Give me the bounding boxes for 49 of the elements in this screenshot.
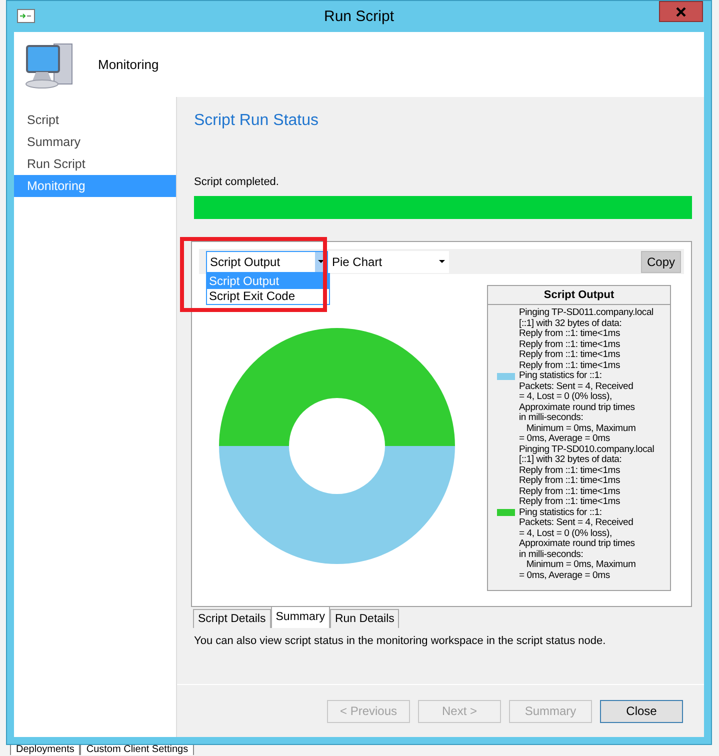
legend-text: Reply from ::1: time<1ms (519, 497, 622, 508)
legend-text: [::1] with 32 bytes of data: (519, 318, 623, 329)
legend-text: = 4, Lost = 0 (0% loss), (519, 392, 613, 402)
sidebar-item[interactable]: Run Script (14, 153, 176, 175)
background-tab[interactable]: Deployments (10, 744, 80, 755)
legend-text: Ping statistics for ::1: (519, 508, 603, 518)
legend-text: [::1] with 32 bytes of data: (519, 455, 623, 466)
legend-text: Reply from ::1: time<1ms (519, 466, 622, 476)
legend-text: Reply from ::1: time<1ms (519, 360, 622, 371)
window-title: Run Script (324, 8, 394, 25)
legend-text: Minimum = 0ms, Maximum (525, 560, 637, 570)
close-button[interactable] (659, 1, 703, 22)
legend-text: Reply from ::1: time<1ms (519, 350, 622, 360)
sidebar-item[interactable]: Summary (14, 131, 176, 153)
legend-text: in milli-seconds: (519, 413, 584, 424)
legend-text: Reply from ::1: time<1ms (519, 340, 622, 350)
legend-text: = 0ms, Average = 0ms (519, 434, 611, 444)
tab[interactable]: Run Details (330, 609, 400, 628)
legend-text: Ping statistics for ::1: (519, 371, 603, 382)
page-title: Script Run Status (194, 112, 320, 131)
legend-text: Pinging TP-SD010.company.local (519, 444, 654, 455)
legend-text: Packets: Sent = 4, Received (519, 382, 634, 392)
legend-text: = 4, Lost = 0 (0% loss), (519, 528, 613, 539)
header-title: Monitoring (98, 57, 159, 72)
close-icon (676, 6, 686, 16)
caret-icon (318, 260, 324, 263)
legend-text: Reply from ::1: time<1ms (519, 486, 622, 497)
background-tab[interactable]: Custom Client Settings (80, 744, 194, 755)
legend-text: Reply from ::1: time<1ms (519, 329, 622, 340)
legend-text: Minimum = 0ms, Maximum (525, 424, 637, 434)
legend-text: in milli-seconds: (519, 550, 584, 560)
caret-icon (439, 260, 445, 263)
legend-text: Reply from ::1: time<1ms (519, 476, 622, 486)
wizard-button[interactable]: Close (600, 700, 683, 722)
legend-text: Approximate round trip times (519, 539, 636, 550)
tab[interactable]: Summary (270, 606, 330, 628)
legend-text: Pinging TP-SD011.company.local (519, 308, 654, 318)
legend-title: Script Output (488, 286, 670, 305)
legend-text: = 0ms, Average = 0ms (519, 570, 611, 581)
tab[interactable]: Script Details (193, 609, 271, 628)
sidebar-item[interactable]: Script (14, 109, 176, 131)
legend-text: Approximate round trip times (519, 402, 636, 413)
status-text: Script completed. (194, 176, 280, 188)
chart-type-dropdown[interactable]: Pie Chart (328, 250, 449, 272)
legend-text: Packets: Sent = 4, Received (519, 518, 634, 528)
app-icon (17, 9, 35, 23)
output-dropdown[interactable]: Script Output (206, 250, 328, 272)
copy-button[interactable]: Copy (640, 250, 681, 272)
info-text: You can also view script status in the monitoring workspace in the script status node. (194, 635, 607, 647)
